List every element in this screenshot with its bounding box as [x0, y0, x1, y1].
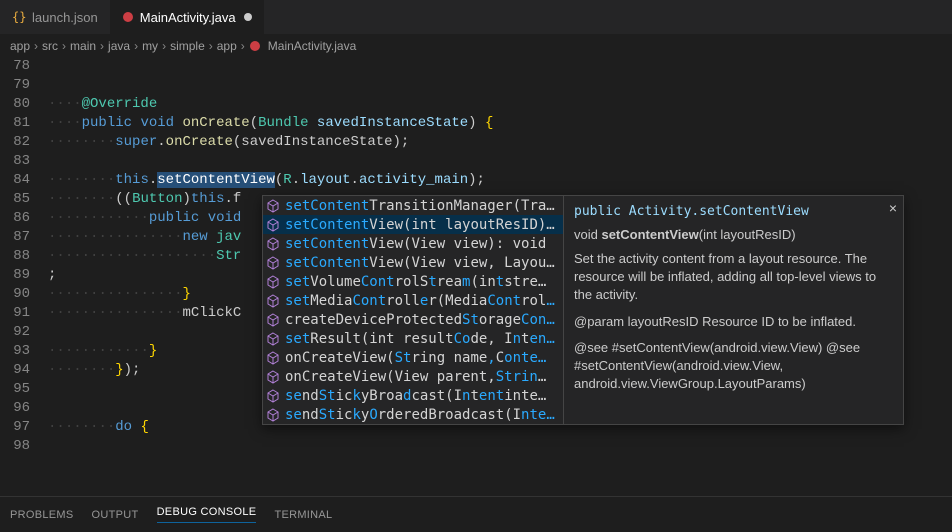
crumb-app[interactable]: app	[10, 39, 30, 53]
line-number: 93	[0, 342, 30, 361]
close-icon[interactable]: ×	[889, 200, 897, 216]
line-number: 92	[0, 323, 30, 342]
tab-label: launch.json	[32, 10, 98, 25]
method-icon	[265, 255, 281, 271]
code-line[interactable]: ········this.setContentView(R.layout.act…	[48, 171, 952, 190]
line-number: 95	[0, 380, 30, 399]
doc-sig-name: setContentView	[601, 227, 698, 242]
suggestion-item[interactable]: createDeviceProtectedStorageCon…	[263, 310, 563, 329]
tab-MainActivity-java[interactable]: MainActivity.java	[110, 0, 264, 34]
line-number: 81	[0, 114, 30, 133]
code-line[interactable]	[48, 57, 952, 76]
suggestion-item[interactable]: onCreateView(View parent, Strin…	[263, 367, 563, 386]
line-number: 89	[0, 266, 30, 285]
line-number: 80	[0, 95, 30, 114]
method-icon	[265, 198, 281, 214]
doc-title: public Activity.setContentView	[574, 204, 893, 219]
method-icon	[265, 236, 281, 252]
tab-launch-json[interactable]: {} launch.json	[0, 0, 110, 34]
code-line[interactable]	[48, 437, 952, 456]
suggestion-item[interactable]: setMediaController(MediaControl…	[263, 291, 563, 310]
code-line[interactable]	[48, 76, 952, 95]
line-gutter: 7879808182838485868788899091929394959697…	[0, 57, 48, 496]
suggestion-item[interactable]: setContentView(View view): void	[263, 234, 563, 253]
line-number: 83	[0, 152, 30, 171]
svg-text:{}: {}	[12, 10, 26, 24]
line-number: 78	[0, 57, 30, 76]
suggestion-item[interactable]: setContentView(View view, Layou…	[263, 253, 563, 272]
chevron-right-icon: ›	[134, 39, 138, 53]
code-editor[interactable]: 7879808182838485868788899091929394959697…	[0, 57, 952, 496]
suggestion-item[interactable]: setResult(int resultCode, Inten…	[263, 329, 563, 348]
crumb-simple[interactable]: simple	[170, 39, 205, 53]
tab-bar: {} launch.json MainActivity.java	[0, 0, 952, 35]
suggestion-item[interactable]: setContentTransitionManager(Tra…	[263, 196, 563, 215]
chevron-right-icon: ›	[209, 39, 213, 53]
crumb-app[interactable]: app	[217, 39, 237, 53]
line-number: 82	[0, 133, 30, 152]
method-icon	[265, 350, 281, 366]
doc-sig-pre: void	[574, 227, 601, 242]
chevron-right-icon: ›	[100, 39, 104, 53]
line-number: 94	[0, 361, 30, 380]
crumb-file[interactable]: MainActivity.java	[249, 39, 356, 53]
code-line[interactable]: ····public void onCreate(Bundle savedIns…	[48, 114, 952, 133]
code-line[interactable]: ········super.onCreate(savedInstanceStat…	[48, 133, 952, 152]
suggestion-list[interactable]: setContentTransitionManager(Tra…setConte…	[263, 196, 563, 424]
method-icon	[265, 407, 281, 423]
doc-signature: void setContentView(int layoutResID)	[574, 227, 893, 242]
crumb-main[interactable]: main	[70, 39, 96, 53]
crumb-my[interactable]: my	[142, 39, 158, 53]
method-icon	[265, 369, 281, 385]
line-number: 91	[0, 304, 30, 323]
suggestion-item[interactable]: onCreateView(String name, Conte…	[263, 348, 563, 367]
doc-sig-post: (int layoutResID)	[699, 227, 796, 242]
crumb-java[interactable]: java	[108, 39, 130, 53]
line-number: 98	[0, 437, 30, 456]
java-icon	[122, 11, 134, 23]
doc-paragraph: @see #setContentView(android.view.View) …	[574, 339, 893, 394]
bottom-panel: PROBLEMS OUTPUT DEBUG CONSOLE TERMINAL	[0, 496, 952, 532]
panel-tab-debug-console[interactable]: DEBUG CONSOLE	[157, 506, 257, 523]
panel-tab-problems[interactable]: PROBLEMS	[10, 509, 74, 521]
chevron-right-icon: ›	[62, 39, 66, 53]
method-icon	[265, 388, 281, 404]
crumb-src[interactable]: src	[42, 39, 58, 53]
suggestion-item[interactable]: setContentView(int layoutResID)…	[263, 215, 563, 234]
method-icon	[265, 312, 281, 328]
suggestion-item[interactable]: sendStickyBroadcast(Intent inte…	[263, 386, 563, 405]
dirty-indicator-icon	[244, 13, 252, 21]
chevron-right-icon: ›	[241, 39, 245, 53]
method-icon	[265, 217, 281, 233]
doc-paragraph: @param layoutResID Resource ID to be inf…	[574, 313, 893, 331]
line-number: 84	[0, 171, 30, 190]
line-number: 79	[0, 76, 30, 95]
doc-paragraph: Set the activity content from a layout r…	[574, 250, 893, 305]
code-line[interactable]: ····@Override	[48, 95, 952, 114]
line-number: 97	[0, 418, 30, 437]
line-number: 86	[0, 209, 30, 228]
panel-tab-output[interactable]: OUTPUT	[92, 509, 139, 521]
chevron-right-icon: ›	[34, 39, 38, 53]
line-number: 85	[0, 190, 30, 209]
suggestion-item[interactable]: sendStickyOrderedBroadcast(Inte…	[263, 405, 563, 424]
line-number: 88	[0, 247, 30, 266]
intellisense-popup: setContentTransitionManager(Tra…setConte…	[262, 195, 904, 425]
panel-tab-terminal[interactable]: TERMINAL	[274, 509, 332, 521]
tab-label: MainActivity.java	[140, 10, 236, 25]
method-icon	[265, 331, 281, 347]
chevron-right-icon: ›	[162, 39, 166, 53]
braces-icon: {}	[12, 10, 26, 24]
line-number: 96	[0, 399, 30, 418]
suggestion-item[interactable]: setVolumeControlStream(int stre…	[263, 272, 563, 291]
method-icon	[265, 293, 281, 309]
method-icon	[265, 274, 281, 290]
breadcrumb: app › src › main › java › my › simple › app › MainActi…	[0, 35, 952, 57]
line-number: 90	[0, 285, 30, 304]
code-line[interactable]	[48, 152, 952, 171]
line-number: 87	[0, 228, 30, 247]
doc-flyout: × public Activity.setContentView void se…	[563, 196, 903, 424]
